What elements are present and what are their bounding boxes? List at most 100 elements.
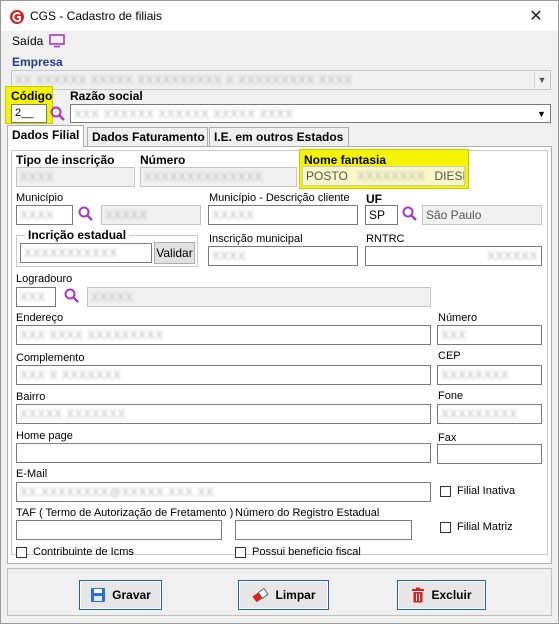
tab-dados-faturamento[interactable]: Dados Faturamento (87, 127, 208, 146)
close-icon: ✕ (529, 8, 543, 25)
close-button[interactable]: ✕ (514, 1, 558, 31)
rntrc-input[interactable]: XXXXXX (365, 246, 542, 266)
home-page-input[interactable] (16, 443, 431, 463)
fone-input[interactable]: XXXXXXXXX (437, 404, 542, 424)
gravar-button[interactable]: Gravar (79, 580, 162, 610)
municipio-desc-input[interactable]: XXXXX (208, 205, 358, 225)
codigo-input[interactable]: 2__ (11, 104, 47, 123)
razao-label: Razão social (70, 89, 143, 103)
inscricao-estadual-value: XXXXXXXXXXX (24, 246, 118, 260)
validar-button[interactable]: Validar (154, 242, 195, 264)
floppy-disk-icon (91, 588, 106, 602)
empresa-value: XX XXXXXX XXXXX XXXXXXXXXX X XXXXXXXXX X… (15, 73, 353, 87)
limpar-button[interactable]: Limpar (238, 580, 329, 610)
limpar-label: Limpar (275, 588, 316, 602)
municipio-code-input[interactable]: XXXX (16, 205, 73, 225)
uf-label: UF (366, 192, 382, 206)
logradouro-code-value: XXX (20, 290, 46, 304)
empresa-label: Empresa (12, 55, 63, 69)
inscricao-estadual-input[interactable]: XXXXXXXXXXX (20, 243, 152, 263)
municipio-label: Município (16, 192, 64, 204)
inscricao-municipal-label: Inscrição municipal (209, 233, 303, 245)
fone-label: Fone (438, 390, 464, 402)
razao-combo[interactable]: XXX XXXXXX XXXXXX XXXXX XXXX ▼ (70, 104, 551, 123)
fone-value: XXXXXXXXX (441, 407, 518, 421)
excluir-button[interactable]: Excluir (397, 580, 486, 610)
cep-value: XXXXXXXX (441, 368, 510, 382)
municipio-desc-value: XXXXX (212, 208, 255, 222)
logradouro-code-input[interactable]: XXX (16, 287, 56, 307)
cgs-logo-icon (10, 10, 24, 24)
bairro-value: XXXXX XXXXXXX (20, 407, 126, 421)
tab-dados-filial[interactable]: Dados Filial (7, 125, 84, 147)
cep-label: CEP (438, 350, 461, 362)
bairro-label: Bairro (16, 391, 46, 403)
municipio-name-input[interactable]: XXXXX (101, 205, 201, 225)
uf-name-input[interactable]: São Paulo (422, 205, 542, 225)
menu-bar: Saída (1, 31, 558, 51)
tipo-inscricao-label: Tipo de inscrição (16, 153, 115, 167)
registro-estadual-label: Número do Registro Estadual (235, 507, 380, 519)
nome-fantasia-suffix: DIESEL (434, 169, 464, 183)
endereco-label: Endereço (16, 312, 64, 324)
title-bar: CGS - Cadastro de filiais ✕ (1, 1, 558, 31)
nome-fantasia-blurred: XXXXXXXX (357, 169, 426, 183)
complemento-input[interactable]: XXX X XXXXXXX (16, 365, 431, 385)
cep-input[interactable]: XXXXXXXX (437, 365, 542, 385)
taf-input[interactable] (16, 520, 222, 540)
logradouro-search-icon[interactable] (63, 287, 81, 305)
beneficio-fiscal-label: Possui benefício fiscal (252, 546, 361, 558)
contribuinte-icms-label: Contribuinte de Icms (33, 546, 134, 558)
municipio-code-value: XXXX (20, 208, 55, 222)
registro-estadual-input[interactable] (235, 520, 412, 540)
uf-search-icon[interactable] (401, 205, 419, 223)
email-label: E-Mail (16, 468, 48, 480)
uf-input[interactable]: SP (365, 205, 398, 225)
filial-matriz-checkbox[interactable] (440, 522, 451, 533)
logradouro-name-value: XXXXX (91, 290, 134, 304)
excluir-label: Excluir (431, 588, 472, 602)
fax-label: Fax (438, 432, 457, 444)
validar-label: Validar (156, 246, 193, 260)
trash-icon (412, 587, 425, 603)
chevron-down-icon[interactable]: ▼ (534, 72, 549, 88)
codigo-label: Código (11, 89, 53, 103)
contribuinte-icms-checkbox[interactable] (16, 547, 27, 558)
numero-cnpj-value: XXXXXXXXXXXXXX (144, 170, 264, 184)
gravar-label: Gravar (112, 588, 151, 602)
beneficio-fiscal-checkbox[interactable] (235, 547, 246, 558)
tab-ie-outros-estados[interactable]: I.E. em outros Estados (209, 127, 349, 146)
filial-inativa-checkbox[interactable] (440, 486, 451, 497)
home-page-label: Home page (16, 430, 73, 442)
rntrc-value: XXXXXX (486, 249, 538, 263)
municipio-name-value: XXXXX (105, 208, 148, 222)
numero-value: XXX (441, 328, 467, 342)
complemento-value: XXX X XXXXXXX (20, 368, 122, 382)
endereco-value: XXX XXXX XXXXXXXXX (20, 328, 164, 342)
numero-input[interactable]: XXX (437, 325, 542, 345)
codigo-search-icon[interactable] (49, 105, 67, 123)
monitor-icon[interactable] (49, 34, 65, 48)
filial-inativa-label: Filial Inativa (457, 485, 516, 497)
nome-fantasia-input[interactable]: POSTO XXXXXXXX DIESEL (302, 166, 465, 186)
numero-cnpj-input[interactable]: XXXXXXXXXXXXXX (140, 167, 297, 187)
chevron-down-icon[interactable]: ▼ (534, 106, 549, 122)
tipo-inscricao-value: XXXX (20, 170, 55, 184)
inscricao-municipal-input[interactable]: XXXX (208, 246, 358, 266)
endereco-input[interactable]: XXX XXXX XXXXXXXXX (16, 325, 431, 345)
taf-label: TAF ( Termo de Autorização de Fretamento… (16, 507, 234, 519)
email-input[interactable]: XX.XXXXXXXX@XXXXX.XXX.XX (16, 482, 431, 502)
fax-input[interactable] (437, 444, 542, 464)
codigo-value: 2__ (15, 107, 34, 119)
tipo-inscricao-input[interactable]: XXXX (16, 167, 135, 187)
bairro-input[interactable]: XXXXX XXXXXXX (16, 404, 431, 424)
logradouro-name-input[interactable]: XXXXX (87, 287, 431, 307)
empresa-combo[interactable]: XX XXXXXX XXXXX XXXXXXXXXX X XXXXXXXXX X… (11, 70, 551, 90)
window-title: CGS - Cadastro de filiais (30, 9, 163, 23)
tab-label: I.E. em outros Estados (214, 130, 344, 144)
numero-cnpj-label: Número (140, 153, 186, 167)
inscricao-estadual-label: Incrição estadual (25, 228, 130, 242)
menu-item-saida[interactable]: Saída (12, 34, 43, 48)
complemento-label: Complemento (16, 352, 85, 364)
municipio-search-icon[interactable] (77, 205, 95, 223)
